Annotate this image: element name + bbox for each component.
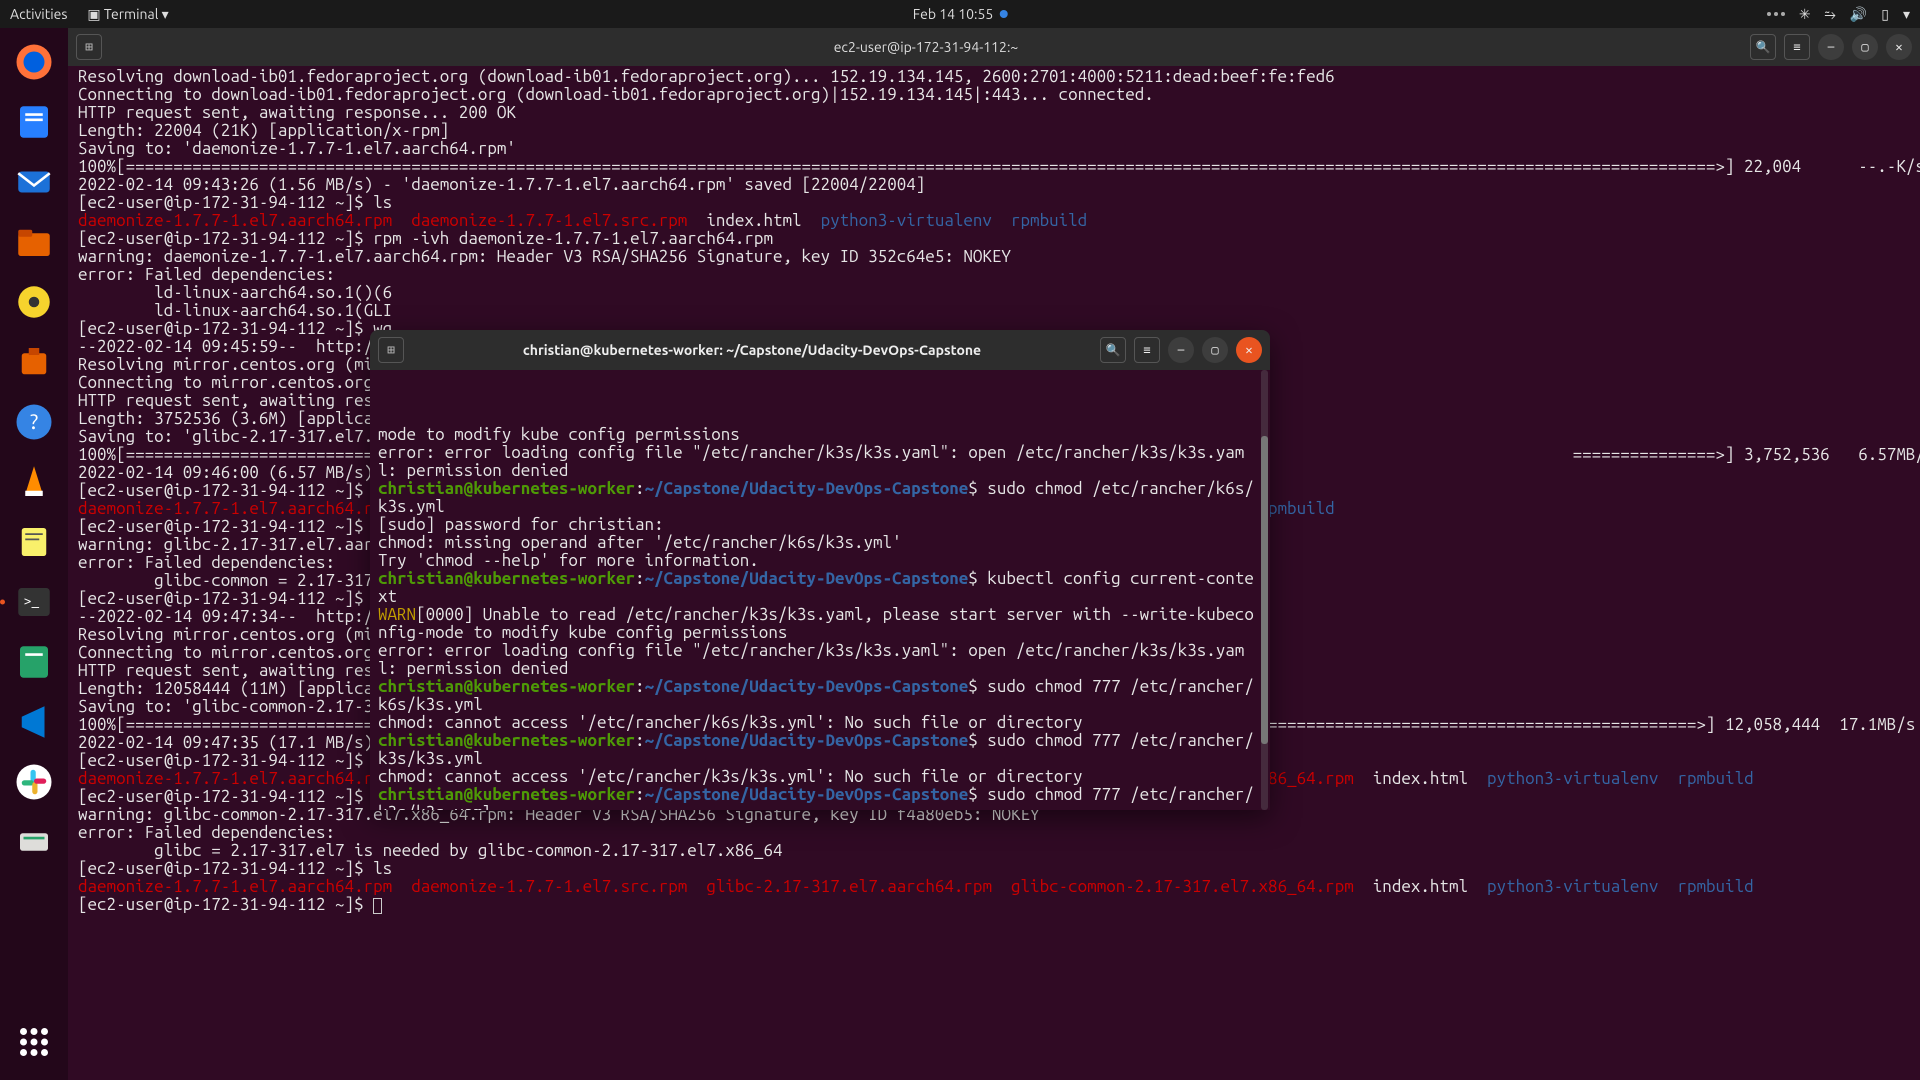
fg-terminal-title: christian@kubernetes-worker: ~/Capstone/… <box>412 342 1092 358</box>
fg-search-icon[interactable]: 🔍 <box>1100 337 1126 363</box>
dock-vscode[interactable] <box>6 694 62 750</box>
fg-new-tab-button[interactable]: ⊞ <box>378 337 404 363</box>
minimize-button[interactable]: — <box>1818 34 1844 60</box>
fg-scrollbar[interactable] <box>1261 370 1268 810</box>
new-tab-button[interactable]: ⊞ <box>76 34 102 60</box>
settings-gear-icon[interactable]: ✳ <box>1799 6 1811 23</box>
battery-icon[interactable]: ▯ <box>1881 6 1889 23</box>
overflow-icon[interactable] <box>1767 12 1785 16</box>
ubuntu-dock: ? >_ <box>0 28 68 1080</box>
fg-terminal-titlebar[interactable]: ⊞ christian@kubernetes-worker: ~/Capston… <box>370 330 1270 370</box>
fg-terminal-body[interactable]: mode to modify kube config permissionser… <box>370 370 1270 810</box>
dock-software[interactable] <box>6 334 62 390</box>
dock-mail[interactable] <box>6 154 62 210</box>
dock-files[interactable] <box>6 214 62 270</box>
network-icon[interactable]: ⥲ <box>1825 6 1836 23</box>
close-button[interactable]: ✕ <box>1886 34 1912 60</box>
dock-vlc[interactable] <box>6 454 62 510</box>
terminal-icon: ▣ <box>87 6 100 22</box>
dock-rhythmbox[interactable] <box>6 274 62 330</box>
activities-button[interactable]: Activities <box>10 6 67 22</box>
dock-help[interactable]: ? <box>6 394 62 450</box>
bg-terminal-title: ec2-user@ip-172-31-94-112:~ <box>110 39 1742 55</box>
gnome-topbar: Activities ▣ Terminal ▾ Feb 14 10:55 ✳ ⥲… <box>0 0 1920 28</box>
terminal-menu[interactable]: ▣ Terminal ▾ <box>87 6 168 23</box>
dock-show-apps[interactable] <box>6 1014 62 1070</box>
fg-minimize-button[interactable]: — <box>1168 337 1194 363</box>
dock-slack[interactable] <box>6 754 62 810</box>
dock-calc[interactable] <box>6 634 62 690</box>
dock-terminal[interactable]: >_ <box>6 574 62 630</box>
bg-terminal-titlebar: ⊞ ec2-user@ip-172-31-94-112:~ 🔍 ≡ — ▢ ✕ <box>68 28 1920 66</box>
volume-icon[interactable]: 🔊 <box>1850 6 1867 23</box>
clock[interactable]: Feb 14 10:55 <box>913 6 994 22</box>
fg-maximize-button[interactable]: ▢ <box>1202 337 1228 363</box>
notification-dot-icon <box>999 10 1007 18</box>
power-menu-icon[interactable]: ▾ <box>1903 6 1910 23</box>
hamburger-menu-icon[interactable]: ≡ <box>1784 34 1810 60</box>
terminal-menu-label: Terminal ▾ <box>104 6 169 22</box>
fg-close-button[interactable]: ✕ <box>1236 337 1262 363</box>
fg-hamburger-menu-icon[interactable]: ≡ <box>1134 337 1160 363</box>
dock-writer[interactable] <box>6 94 62 150</box>
search-icon[interactable]: 🔍 <box>1750 34 1776 60</box>
maximize-button[interactable]: ▢ <box>1852 34 1878 60</box>
svg-text:?: ? <box>28 409 40 433</box>
dock-scanner[interactable] <box>6 814 62 870</box>
dock-gedit[interactable] <box>6 514 62 570</box>
svg-text:>_: >_ <box>24 593 40 610</box>
foreground-terminal-window: ⊞ christian@kubernetes-worker: ~/Capston… <box>370 330 1270 810</box>
dock-firefox[interactable] <box>6 34 62 90</box>
fg-scrollbar-thumb[interactable] <box>1261 436 1268 744</box>
